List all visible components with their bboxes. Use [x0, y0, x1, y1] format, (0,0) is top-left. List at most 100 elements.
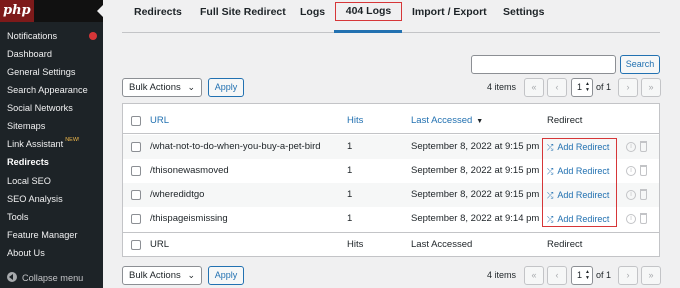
current-page-input[interactable]: 1 ▲ ▼ — [571, 78, 593, 97]
sidebar-item-feature-manager[interactable]: Feature Manager — [0, 226, 103, 244]
trash-icon[interactable] — [640, 189, 647, 200]
new-badge: NEW! — [65, 137, 80, 143]
trash-icon[interactable] — [640, 165, 647, 176]
row-hits: 1 — [347, 141, 353, 152]
active-tab-indicator — [334, 30, 402, 33]
current-page-value: 1 — [577, 270, 583, 280]
info-icon[interactable]: i — [626, 214, 636, 224]
sidebar-item-label: Feature Manager — [7, 230, 78, 240]
column-header-url[interactable]: URL — [150, 108, 169, 134]
column-header-last-accessed[interactable]: Last Accessed ▼ — [411, 108, 483, 135]
sidebar-item-label: Search Appearance — [7, 85, 88, 95]
first-page-button-bottom[interactable]: « — [524, 266, 544, 285]
column-header-redirect: Redirect — [547, 115, 583, 126]
column-footer-url: URL — [150, 239, 170, 250]
trash-icon[interactable] — [640, 213, 647, 224]
notification-dot-icon — [89, 32, 97, 40]
sidebar-item-seo-analysis[interactable]: SEO Analysis — [0, 190, 103, 208]
page-total: of 1 — [596, 82, 612, 92]
row-last-accessed: September 8, 2022 at 9:14 pm — [411, 213, 540, 224]
column-footer-last-accessed: Last Accessed — [411, 239, 473, 250]
items-count-bottom: 4 items — [487, 270, 517, 280]
table-header-row: URL Hits Last Accessed ▼ Redirect — [123, 108, 659, 134]
row-last-accessed: September 8, 2022 at 9:15 pm — [411, 189, 540, 200]
table-footer-row: URL Hits Last Accessed Redirect — [123, 232, 659, 257]
info-icon[interactable]: i — [626, 166, 636, 176]
row-last-accessed: September 8, 2022 at 9:15 pm — [411, 165, 540, 176]
column-header-label: Last Accessed — [411, 115, 473, 126]
apply-button-top[interactable]: Apply — [208, 78, 244, 97]
first-page-button[interactable]: « — [524, 78, 544, 97]
row-url: /thisonewasmoved — [150, 165, 229, 176]
prev-page-button[interactable]: ‹ — [547, 78, 567, 97]
sidebar-item-label: About Us — [7, 248, 45, 258]
tab-bar: Redirects Full Site Redirect Logs 404 Lo… — [122, 0, 660, 33]
collapse-menu-button[interactable]: Collapse menu — [0, 269, 103, 288]
sidebar-item-label: Redirects — [7, 157, 49, 167]
sidebar-item-notifications[interactable]: Notifications — [0, 27, 103, 45]
sort-descending-icon: ▼ — [476, 118, 484, 125]
select-all-checkbox[interactable] — [131, 116, 141, 126]
bulk-actions-select-bottom[interactable]: Bulk Actions ⌄ — [122, 266, 202, 285]
sidebar-item-local-seo[interactable]: Local SEO — [0, 172, 103, 190]
last-page-button[interactable]: » — [641, 78, 661, 97]
sidebar-item-label: SEO Analysis — [7, 194, 63, 204]
search-input[interactable] — [471, 55, 616, 74]
apply-button-bottom[interactable]: Apply — [208, 266, 244, 285]
row-hits: 1 — [347, 189, 353, 200]
column-footer-redirect: Redirect — [547, 239, 583, 250]
next-page-button[interactable]: › — [618, 78, 638, 97]
row-checkbox[interactable] — [131, 214, 141, 224]
items-count: 4 items — [487, 82, 517, 92]
sidebar-item-about-us[interactable]: About Us — [0, 244, 103, 262]
sidebar-item-label: Notifications — [7, 31, 58, 41]
tab-redirects[interactable]: Redirects — [134, 4, 182, 23]
add-redirect-highlight — [542, 138, 617, 227]
next-page-button-bottom[interactable]: › — [618, 266, 638, 285]
column-header-hits[interactable]: Hits — [347, 108, 363, 134]
row-url: /thispageismissing — [150, 213, 228, 224]
prev-page-button-bottom[interactable]: ‹ — [547, 266, 567, 285]
site-logo[interactable]: php — [0, 0, 34, 22]
sidebar-item-link-assistant[interactable]: Link Assistant NEW! — [0, 135, 103, 153]
sidebar-item-label: Dashboard — [7, 49, 52, 59]
sidebar-item-tools[interactable]: Tools — [0, 208, 103, 226]
admin-sidebar: php Notifications Dashboard General Sett… — [0, 0, 103, 288]
menu-pointer — [97, 5, 103, 17]
row-last-accessed: September 8, 2022 at 9:15 pm — [411, 141, 540, 152]
trash-icon[interactable] — [640, 141, 647, 152]
search-button[interactable]: Search — [620, 55, 660, 74]
tab-logs[interactable]: Logs — [300, 4, 325, 23]
sidebar-item-search-appearance[interactable]: Search Appearance — [0, 81, 103, 99]
tab-404-logs[interactable]: 404 Logs — [335, 2, 402, 21]
row-checkbox[interactable] — [131, 190, 141, 200]
collapse-arrow-icon — [7, 272, 17, 282]
collapse-menu-label: Collapse menu — [22, 273, 84, 283]
sidebar-item-dashboard[interactable]: Dashboard — [0, 45, 103, 63]
tab-full-site-redirect[interactable]: Full Site Redirect — [200, 4, 286, 23]
bulk-actions-value: Bulk Actions — [129, 82, 181, 93]
sidebar-item-redirects[interactable]: Redirects — [0, 153, 103, 171]
page-total-bottom: of 1 — [596, 270, 612, 280]
current-page-value: 1 — [577, 82, 583, 92]
sidebar-item-label: Social Networks — [7, 103, 73, 113]
row-hits: 1 — [347, 213, 353, 224]
row-hits: 1 — [347, 165, 353, 176]
row-url: /what-not-to-do-when-you-buy-a-pet-bird — [150, 141, 321, 152]
tab-settings[interactable]: Settings — [503, 4, 544, 23]
select-all-checkbox-footer[interactable] — [131, 240, 141, 250]
bulk-actions-select-top[interactable]: Bulk Actions ⌄ — [122, 78, 202, 97]
row-checkbox[interactable] — [131, 142, 141, 152]
sidebar-item-label: Link Assistant — [7, 139, 64, 149]
info-icon[interactable]: i — [626, 190, 636, 200]
admin-bar-strip — [34, 0, 103, 22]
info-icon[interactable]: i — [626, 142, 636, 152]
sidebar-item-general-settings[interactable]: General Settings — [0, 63, 103, 81]
sidebar-item-social-networks[interactable]: Social Networks — [0, 99, 103, 117]
last-page-button-bottom[interactable]: » — [641, 266, 661, 285]
sidebar-item-sitemaps[interactable]: Sitemaps — [0, 117, 103, 135]
current-page-input-bottom[interactable]: 1 ▲ ▼ — [571, 266, 593, 285]
row-checkbox[interactable] — [131, 166, 141, 176]
row-url: /wheredidtgo — [150, 189, 205, 200]
tab-import-export[interactable]: Import / Export — [412, 4, 487, 23]
